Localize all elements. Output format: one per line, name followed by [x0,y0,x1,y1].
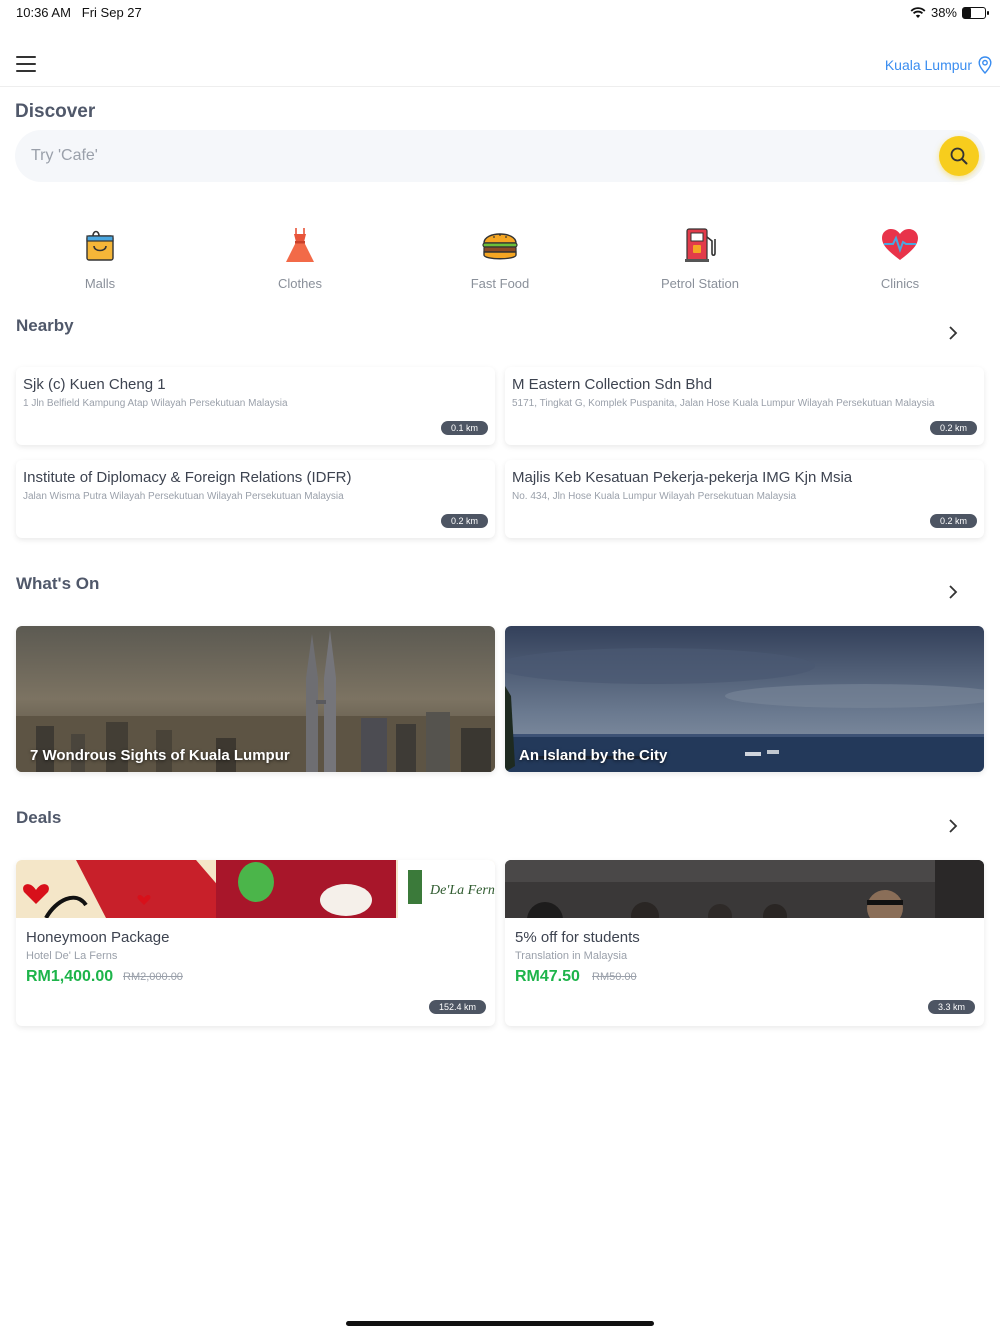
category-clothes[interactable]: Clothes [230,225,370,291]
deal-price: RM47.50 [515,968,580,985]
location-label: Kuala Lumpur [884,57,972,73]
nearby-address: 1 Jln Belfield Kampung Atap Wilayah Pers… [23,398,288,409]
students-deal-image [505,860,984,918]
heart-pulse-icon [882,229,918,260]
distance-badge: 152.4 km [428,1000,486,1014]
deal-hotel-logo-text: De'La Ferns [429,883,495,898]
status-bar: 10:36 AM Fri Sep 27 38% [0,0,1000,24]
status-right: 38% [910,5,989,20]
search-icon [950,147,968,165]
deal-name: 5% off for students [515,929,640,946]
battery-percent: 38% [930,5,957,20]
whats-on-card-title: 7 Wondrous Sights of Kuala Lumpur [30,747,290,764]
whats-on-title: What's On [16,574,100,593]
status-date: Fri Sep 27 [81,5,142,20]
dress-icon [286,228,314,262]
whats-on-see-all-chevron-right-icon[interactable] [946,585,960,599]
nearby-address: 5171, Tingkat G, Komplek Puspanita, Jala… [512,398,935,409]
distance-badge: 0.1 km [440,421,488,435]
category-label: Clothes [277,276,323,291]
wifi-icon [910,6,926,18]
nearby-card[interactable]: M Eastern Collection Sdn Bhd 5171, Tingk… [505,367,984,445]
deal-merchant: Translation in Malaysia [515,950,628,962]
battery-level [963,7,972,18]
deal-card[interactable]: De'La Ferns Honeymoon Package Hotel De' … [16,860,495,1026]
category-label: Fast Food [470,276,530,291]
deal-merchant: Hotel De' La Ferns [26,950,118,962]
deal-old-price: RM50.00 [592,971,637,983]
nearby-name: Majlis Keb Kesatuan Pekerja-pekerja IMG … [512,469,853,486]
whats-on-card[interactable]: An Island by the City [505,626,984,772]
deal-old-price: RM2,000.00 [123,971,183,983]
location-selector[interactable]: Kuala Lumpur [885,56,992,74]
category-fast-food[interactable]: Fast Food [430,225,570,291]
category-label: Clinics [880,276,920,291]
honeymoon-deal-image: De'La Ferns [16,860,495,918]
top-bar: Kuala Lumpur [0,40,1000,87]
nearby-name: Institute of Diplomacy & Foreign Relatio… [23,469,352,486]
category-petrol-station[interactable]: Petrol Station [630,225,770,291]
nearby-card[interactable]: Institute of Diplomacy & Foreign Relatio… [16,460,495,538]
nearby-title: Nearby [16,316,74,335]
search-box [15,130,985,182]
map-pin-icon [978,56,992,74]
category-row: Malls Clothes Fast Food Petrol Station C… [0,225,1000,295]
battery-icon [962,6,989,19]
nearby-name: Sjk (c) Kuen Cheng 1 [23,376,166,393]
deal-price: RM1,400.00 [26,968,114,985]
deal-name: Honeymoon Package [26,929,170,946]
distance-badge: 0.2 km [929,421,977,435]
nearby-see-all-chevron-right-icon[interactable] [946,326,960,340]
distance-badge: 0.2 km [440,514,488,528]
search-button[interactable] [939,136,979,176]
search-input[interactable] [31,141,891,171]
nearby-name: M Eastern Collection Sdn Bhd [512,376,713,393]
fuel-pump-icon [685,228,716,262]
burger-icon [482,233,518,260]
category-clinics[interactable]: Clinics [830,225,970,291]
whats-on-card[interactable]: 7 Wondrous Sights of Kuala Lumpur [16,626,495,772]
status-time: 10:36 AM Fri Sep 27 [16,5,142,20]
shopping-bag-icon [86,230,114,261]
category-label: Malls [84,276,116,291]
nearby-address: No. 434, Jln Hose Kuala Lumpur Wilayah P… [512,491,797,502]
home-indicator [346,1321,654,1326]
deal-card[interactable]: 5% off for students Translation in Malay… [505,860,984,1026]
nearby-address: Jalan Wisma Putra Wilayah Persekutuan Wi… [23,491,344,502]
hamburger-menu-icon[interactable] [16,56,36,72]
status-clock: 10:36 AM [16,5,71,20]
discover-title: Discover [15,101,96,122]
distance-badge: 0.2 km [929,514,977,528]
category-label: Petrol Station [660,276,740,291]
nearby-card[interactable]: Sjk (c) Kuen Cheng 1 1 Jln Belfield Kamp… [16,367,495,445]
deals-title: Deals [16,808,62,827]
category-malls[interactable]: Malls [30,225,170,291]
whats-on-card-title: An Island by the City [519,747,668,764]
deals-see-all-chevron-right-icon[interactable] [946,819,960,833]
nearby-card[interactable]: Majlis Keb Kesatuan Pekerja-pekerja IMG … [505,460,984,538]
distance-badge: 3.3 km [927,1000,975,1014]
